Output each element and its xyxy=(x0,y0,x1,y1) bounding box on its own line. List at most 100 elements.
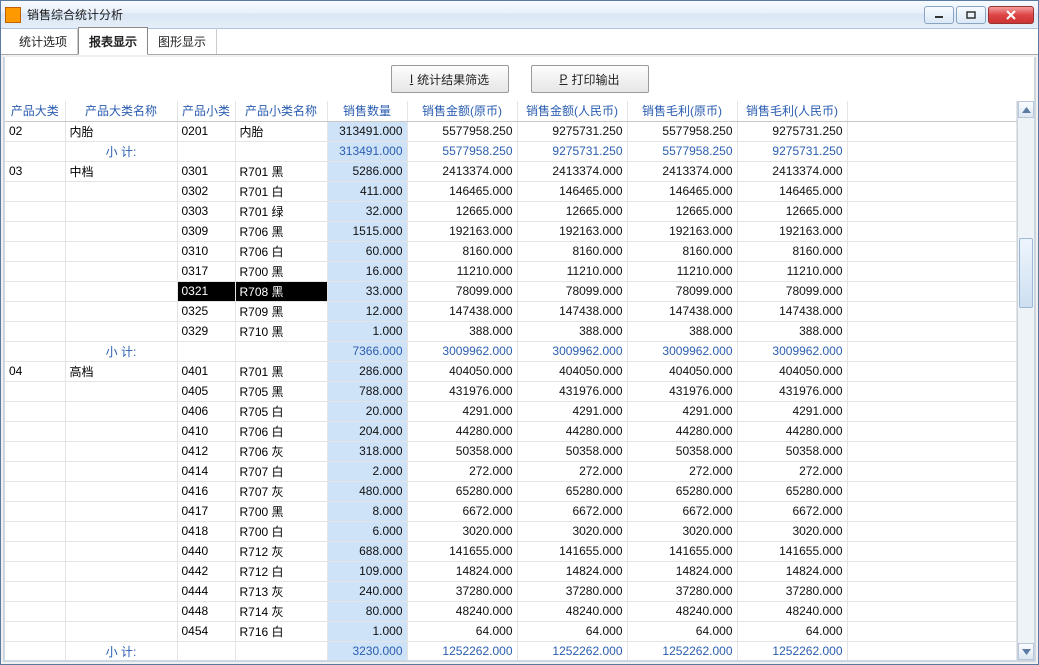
table-row[interactable]: 0317R700 黑16.00011210.00011210.00011210.… xyxy=(5,261,1017,281)
category-code xyxy=(5,421,65,441)
column-header[interactable]: 产品小类名称 xyxy=(235,101,327,121)
filter-results-button[interactable]: I 统计结果筛选 xyxy=(391,65,509,93)
scroll-track[interactable] xyxy=(1018,118,1034,643)
table-row[interactable]: 03中档0301R701 黑5286.0002413374.0002413374… xyxy=(5,161,1017,181)
category-code: 03 xyxy=(5,161,65,181)
amount-rmb: 64.000 xyxy=(517,621,627,641)
category-code xyxy=(5,541,65,561)
column-header[interactable]: 产品小类 xyxy=(177,101,235,121)
pad xyxy=(847,581,1017,601)
profit-rmb: 9275731.250 xyxy=(737,121,847,141)
subcategory-name: R701 黑 xyxy=(235,161,327,181)
table-row[interactable]: 0310R706 白60.0008160.0008160.0008160.000… xyxy=(5,241,1017,261)
column-header[interactable]: 销售毛利(人民币) xyxy=(737,101,847,121)
minimize-button[interactable] xyxy=(924,6,954,24)
table-row[interactable]: 02内胎0201内胎313491.0005577958.2509275731.2… xyxy=(5,121,1017,141)
scroll-thumb[interactable] xyxy=(1019,238,1033,308)
sales-qty: 411.000 xyxy=(327,181,407,201)
category-code xyxy=(5,201,65,221)
subcategory-code: 0417 xyxy=(177,501,235,521)
category-code xyxy=(5,301,65,321)
profit-rmb: 48240.000 xyxy=(737,601,847,621)
sales-qty: 688.000 xyxy=(327,541,407,561)
category-name: 内胎 xyxy=(65,121,177,141)
subcategory-name: R706 灰 xyxy=(235,441,327,461)
profit-rmb: 44280.000 xyxy=(737,421,847,441)
table-row[interactable]: 0416R707 灰480.00065280.00065280.00065280… xyxy=(5,481,1017,501)
table-row[interactable]: 0303R701 绿32.00012665.00012665.00012665.… xyxy=(5,201,1017,221)
table-row[interactable]: 0417R700 黑8.0006672.0006672.0006672.0006… xyxy=(5,501,1017,521)
category-name xyxy=(65,441,177,461)
subcategory-code: 0448 xyxy=(177,601,235,621)
profit-orig: 50358.000 xyxy=(627,441,737,461)
profit-rmb: 50358.000 xyxy=(737,441,847,461)
table-row[interactable]: 0454R716 白1.00064.00064.00064.00064.000 xyxy=(5,621,1017,641)
table-row[interactable]: 0444R713 灰240.00037280.00037280.00037280… xyxy=(5,581,1017,601)
pad xyxy=(847,481,1017,501)
category-code xyxy=(5,381,65,401)
pad xyxy=(847,241,1017,261)
column-header[interactable]: 产品大类 xyxy=(5,101,65,121)
table-row[interactable]: 0448R714 灰80.00048240.00048240.00048240.… xyxy=(5,601,1017,621)
subcategory-code: 0201 xyxy=(177,121,235,141)
maximize-button[interactable] xyxy=(956,6,986,24)
tab-chart-view[interactable]: 图形显示 xyxy=(148,28,217,54)
amount-orig: 272.000 xyxy=(407,461,517,481)
table-row[interactable]: 0329R710 黑1.000388.000388.000388.000388.… xyxy=(5,321,1017,341)
subcategory-name: R701 白 xyxy=(235,181,327,201)
profit-rmb: 141655.000 xyxy=(737,541,847,561)
table-row[interactable]: 0321R708 黑33.00078099.00078099.00078099.… xyxy=(5,281,1017,301)
profit-orig: 78099.000 xyxy=(627,281,737,301)
table-row[interactable]: 0418R700 白6.0003020.0003020.0003020.0003… xyxy=(5,521,1017,541)
table-row[interactable]: 0405R705 黑788.000431976.000431976.000431… xyxy=(5,381,1017,401)
table-row[interactable]: 0406R705 白20.0004291.0004291.0004291.000… xyxy=(5,401,1017,421)
sales-qty: 1515.000 xyxy=(327,221,407,241)
subtotal-row: 小 计:313491.0005577958.2509275731.2505577… xyxy=(5,141,1017,161)
amount-rmb: 272.000 xyxy=(517,461,627,481)
category-code xyxy=(5,501,65,521)
table-row[interactable]: 0302R701 白411.000146465.000146465.000146… xyxy=(5,181,1017,201)
profit-orig: 6672.000 xyxy=(627,501,737,521)
profit-orig: 3020.000 xyxy=(627,521,737,541)
scroll-up-icon[interactable] xyxy=(1018,101,1034,118)
table-row[interactable]: 0410R706 白204.00044280.00044280.00044280… xyxy=(5,421,1017,441)
subcategory-code: 0440 xyxy=(177,541,235,561)
table-row[interactable]: 0442R712 白109.00014824.00014824.00014824… xyxy=(5,561,1017,581)
tab-report-view[interactable]: 报表显示 xyxy=(78,27,148,55)
column-header[interactable]: 销售金额(原币) xyxy=(407,101,517,121)
amount-orig: 3020.000 xyxy=(407,521,517,541)
table-row[interactable]: 0414R707 白2.000272.000272.000272.000272.… xyxy=(5,461,1017,481)
profit-orig: 65280.000 xyxy=(627,481,737,501)
sales-qty: 480.000 xyxy=(327,481,407,501)
column-header[interactable]: 产品大类名称 xyxy=(65,101,177,121)
column-header[interactable]: 销售毛利(原币) xyxy=(627,101,737,121)
column-header[interactable]: 销售金额(人民币) xyxy=(517,101,627,121)
amount-orig: 50358.000 xyxy=(407,441,517,461)
column-header[interactable]: 销售数量 xyxy=(327,101,407,121)
subcategory-code: 0401 xyxy=(177,361,235,381)
table-row[interactable]: 0440R712 灰688.000141655.000141655.000141… xyxy=(5,541,1017,561)
amount-orig: 12665.000 xyxy=(407,201,517,221)
print-output-button[interactable]: P 打印输出 xyxy=(531,65,649,93)
subcategory-code: 0302 xyxy=(177,181,235,201)
pad xyxy=(847,121,1017,141)
amount-rmb: 147438.000 xyxy=(517,301,627,321)
profit-orig: 37280.000 xyxy=(627,581,737,601)
subcategory-name: R707 灰 xyxy=(235,481,327,501)
app-icon xyxy=(5,7,21,23)
report-grid-scroll[interactable]: 产品大类产品大类名称产品小类产品小类名称销售数量销售金额(原币)销售金额(人民币… xyxy=(5,101,1017,660)
table-row[interactable]: 0412R706 灰318.00050358.00050358.00050358… xyxy=(5,441,1017,461)
amount-rmb: 9275731.250 xyxy=(517,121,627,141)
table-row[interactable]: 04高档0401R701 黑286.000404050.000404050.00… xyxy=(5,361,1017,381)
amount-rmb: 431976.000 xyxy=(517,381,627,401)
profit-orig: 146465.000 xyxy=(627,181,737,201)
scroll-down-icon[interactable] xyxy=(1018,643,1034,660)
vertical-scrollbar[interactable] xyxy=(1017,101,1034,660)
table-row[interactable]: 0325R709 黑12.000147438.000147438.0001474… xyxy=(5,301,1017,321)
tab-stat-options[interactable]: 统计选项 xyxy=(9,28,78,54)
report-grid-wrap: 产品大类产品大类名称产品小类产品小类名称销售数量销售金额(原币)销售金额(人民币… xyxy=(5,101,1034,660)
profit-orig: 8160.000 xyxy=(627,241,737,261)
table-row[interactable]: 0309R706 黑1515.000192163.000192163.00019… xyxy=(5,221,1017,241)
close-button[interactable] xyxy=(988,6,1034,24)
subtotal-a2: 1252262.000 xyxy=(517,641,627,660)
